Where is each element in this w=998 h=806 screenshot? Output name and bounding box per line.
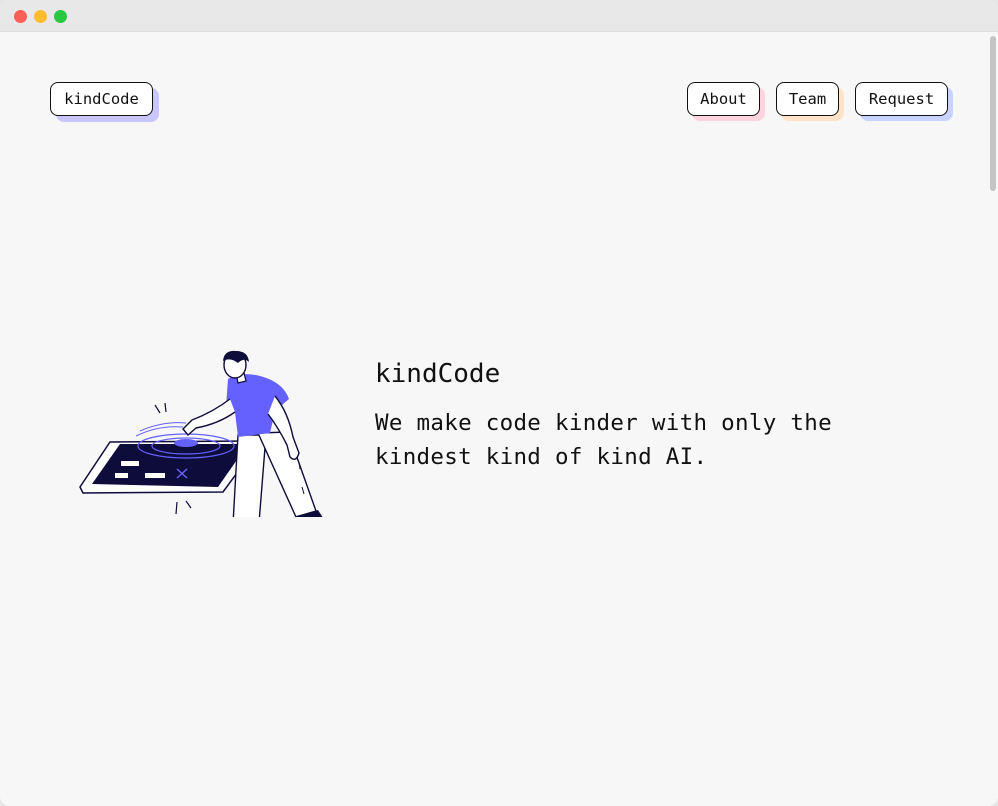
page-content: kindCode About Team Request kindCode We …: [0, 32, 998, 806]
hero-title: kindCode: [375, 359, 501, 389]
window-titlebar: [0, 0, 998, 32]
browser-window: kindCode About Team Request kindCode We …: [0, 0, 998, 806]
person-tapping-tablet-illustration: [79, 350, 323, 517]
nav-link-team[interactable]: Team: [776, 82, 839, 116]
nav-link-about[interactable]: About: [687, 82, 760, 116]
close-window-button[interactable]: [14, 10, 27, 23]
nav-link-request[interactable]: Request: [855, 82, 948, 116]
logo-link[interactable]: kindCode: [50, 82, 153, 116]
zoom-window-button[interactable]: [54, 10, 67, 23]
vertical-scrollbar[interactable]: [990, 36, 996, 191]
minimize-window-button[interactable]: [34, 10, 47, 23]
hero-tagline: We make code kinder with only the kindes…: [375, 410, 832, 470]
